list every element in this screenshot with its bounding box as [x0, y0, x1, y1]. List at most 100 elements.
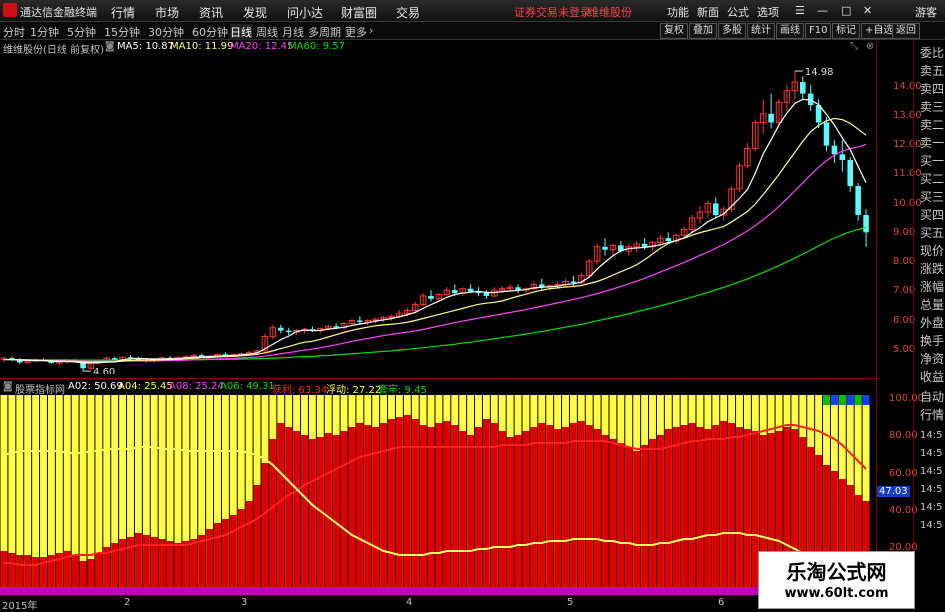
- panel-item: 卖二: [920, 118, 945, 132]
- panel-item: 净资: [920, 352, 945, 366]
- ma5-label: MA5: 10.87: [117, 41, 175, 52]
- tool-options[interactable]: 选项: [757, 4, 779, 20]
- statistics-button[interactable]: 统计: [747, 23, 775, 39]
- tab-timeshare[interactable]: 分时: [3, 24, 25, 40]
- menu-ask[interactable]: 问小达: [287, 4, 323, 21]
- tab-daily[interactable]: 日线: [230, 24, 252, 40]
- panel-item: 卖一: [920, 136, 945, 150]
- more-arrow-icon[interactable]: ›: [369, 24, 373, 37]
- date-axis: 2015年 2 3 4 5 6: [0, 597, 876, 612]
- indicator-bar-red: [419, 425, 427, 595]
- tab-15min[interactable]: 15分钟: [104, 24, 140, 40]
- indicator-bar-red: [506, 437, 514, 595]
- indicator-bar-red: [340, 431, 348, 595]
- indicator-bar-red: [435, 423, 443, 595]
- panel-item: 总量: [920, 298, 945, 312]
- menu-quotes[interactable]: 行情: [111, 4, 135, 21]
- date-label: 3: [241, 597, 248, 608]
- indicator-bar-red: [388, 419, 395, 595]
- menu-wealth[interactable]: 财富圈: [341, 4, 377, 21]
- tab-more[interactable]: 更多: [345, 24, 367, 40]
- tab-30min[interactable]: 30分钟: [148, 24, 184, 40]
- menu-trade[interactable]: 交易: [396, 4, 420, 21]
- restore-rights-button[interactable]: 复权: [660, 23, 688, 39]
- indicator-bar-red: [459, 431, 467, 595]
- panel-item: 现价: [920, 244, 945, 258]
- minimize-icon[interactable]: —: [817, 4, 828, 17]
- indicator-bar-red: [198, 535, 206, 595]
- indicator-bar-red: [641, 445, 649, 595]
- indicator-bar-red: [712, 425, 720, 595]
- indicator-bar-red: [664, 429, 672, 595]
- indicator-bar-red: [380, 423, 388, 595]
- indicator-settings-icon[interactable]: ◙: [3, 381, 13, 392]
- candlestick-chart[interactable]: 14.98 4.60: [0, 56, 876, 374]
- time-item: 14:5: [920, 430, 943, 441]
- f10-button[interactable]: F10: [805, 23, 832, 39]
- trade-login-status[interactable]: 证券交易未登录: [514, 4, 591, 20]
- time-item: 14:5: [920, 466, 943, 477]
- high-price-label: 14.98: [805, 67, 834, 78]
- tab-monthly[interactable]: 月线: [282, 24, 304, 40]
- mark-button[interactable]: 标记: [832, 23, 860, 39]
- tool-new-page[interactable]: 新面: [697, 4, 719, 20]
- guest-login[interactable]: 游客: [915, 4, 937, 20]
- a02-label: A02: 50.69: [68, 381, 123, 392]
- menu-market[interactable]: 市场: [155, 4, 179, 21]
- candle-body: [452, 290, 458, 294]
- collapse-icon[interactable]: ⤡: [850, 41, 858, 52]
- indicator-bar-red: [403, 415, 411, 595]
- tab-5min[interactable]: 5分钟: [67, 24, 96, 40]
- tab-weekly[interactable]: 周线: [256, 24, 278, 40]
- back-button[interactable]: 返回: [892, 23, 920, 39]
- indicator-chart[interactable]: [0, 395, 876, 595]
- draw-line-button[interactable]: 画线: [776, 23, 804, 39]
- indicator-bar-red: [229, 515, 237, 595]
- indicator-bar-red: [308, 439, 316, 595]
- settings-icon[interactable]: ◙: [105, 41, 115, 52]
- time-item: 14:5: [920, 484, 943, 495]
- maximize-icon[interactable]: □: [841, 4, 851, 17]
- close-icon[interactable]: ✕: [863, 4, 872, 17]
- indicator-bar-red: [522, 431, 530, 595]
- chart-close-icon[interactable]: ⊗: [866, 41, 874, 52]
- tab-multi-period[interactable]: 多周期: [308, 24, 341, 40]
- indicator-bar-red: [245, 501, 253, 595]
- watermark: 乐淘公式网 www.60lt.com: [758, 551, 915, 609]
- ma10-label: MA10: 11.99: [170, 41, 234, 52]
- panel-item: 卖四: [920, 82, 945, 96]
- indicator-bar-red: [395, 417, 403, 595]
- overlay-button[interactable]: 叠加: [689, 23, 717, 39]
- menu-icon[interactable]: ☰: [795, 4, 805, 17]
- indicator-bar-red: [514, 435, 522, 595]
- ma60-line: [3, 226, 867, 361]
- tab-60min[interactable]: 60分钟: [192, 24, 228, 40]
- date-label: 2015年: [2, 601, 38, 612]
- watermark-url: www.60lt.com: [784, 586, 889, 601]
- candle-body: [768, 113, 774, 123]
- multi-stock-button[interactable]: 多股: [718, 23, 746, 39]
- indicator-bar-red: [411, 419, 419, 595]
- candle-body: [831, 145, 838, 155]
- indicator-legend: ◙ 股票指标网 A02: 50.69 A04: 25.45 A08: 25.24…: [0, 378, 876, 396]
- indicator-bar-red: [293, 431, 301, 595]
- tool-formula[interactable]: 公式: [727, 4, 749, 20]
- indicator-top-marker: [830, 395, 838, 405]
- title-bar: 通达信金融终端 行情 市场 资讯 发现 问小达 财富圈 交易 证券交易未登录 维…: [0, 0, 945, 22]
- trapped-label: 套牢: 9.45: [378, 385, 427, 396]
- ma5-line: [3, 98, 867, 364]
- candle-body: [483, 293, 490, 296]
- indicator-bar-red: [562, 427, 569, 595]
- indicator-bar-red: [601, 435, 609, 595]
- indicator-bar-red: [649, 439, 656, 595]
- date-label: 4: [406, 597, 413, 608]
- panel-item: 涨幅: [920, 280, 945, 294]
- tool-function[interactable]: 功能: [667, 4, 689, 20]
- tab-1min[interactable]: 1分钟: [30, 24, 59, 40]
- indicator-top-marker: [823, 395, 830, 405]
- menu-discover[interactable]: 发现: [243, 4, 267, 21]
- auto-refresh-toggle[interactable]: 自动: [920, 388, 944, 405]
- indicator-bar-red: [356, 423, 364, 595]
- indicator-bar-red: [482, 419, 490, 595]
- menu-news[interactable]: 资讯: [199, 4, 223, 21]
